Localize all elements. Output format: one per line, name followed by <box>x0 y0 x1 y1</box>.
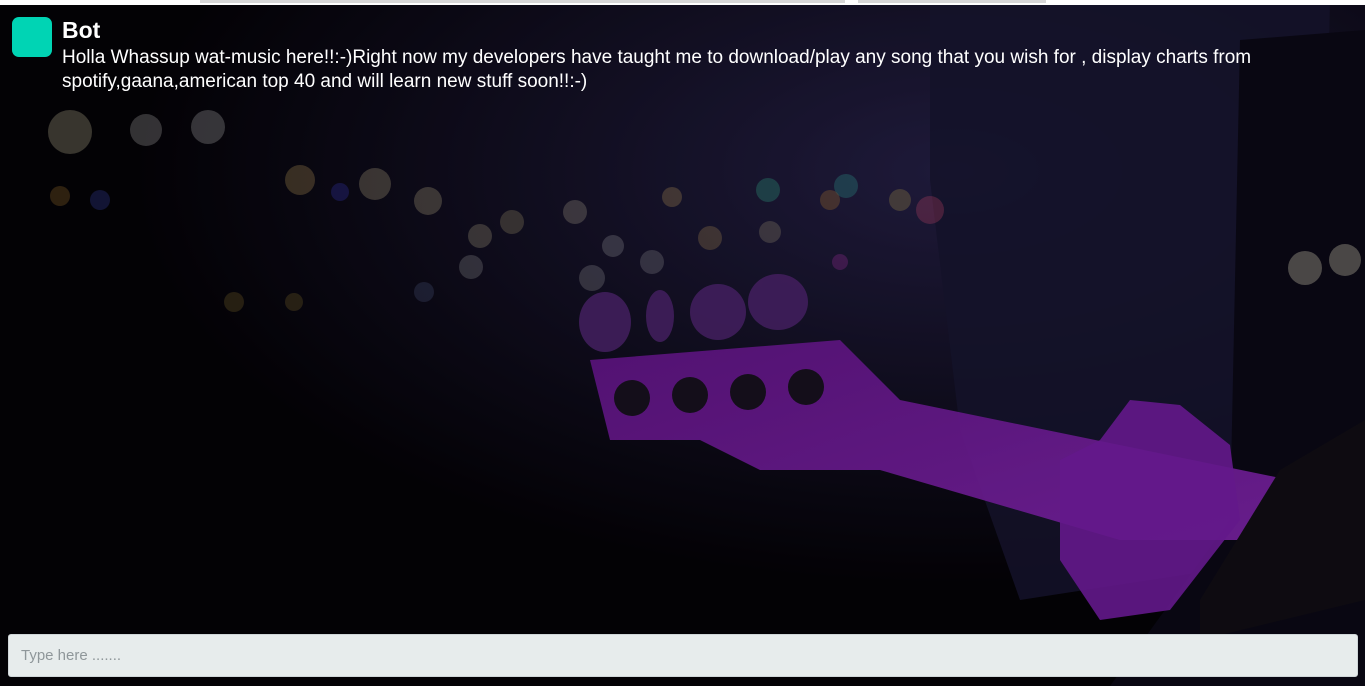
bot-avatar <box>12 17 52 57</box>
message-input[interactable] <box>8 634 1358 677</box>
chat-window: Bot Holla Whassup wat-music here!!:-)Rig… <box>0 0 1365 686</box>
message-text: Holla Whassup wat-music here!!:-)Right n… <box>62 47 1252 92</box>
message-sender: Bot <box>62 17 101 43</box>
top-border-segment <box>200 0 845 3</box>
concert-background-image <box>0 0 1365 686</box>
top-border <box>0 0 1365 5</box>
top-border-segment <box>858 0 1046 3</box>
